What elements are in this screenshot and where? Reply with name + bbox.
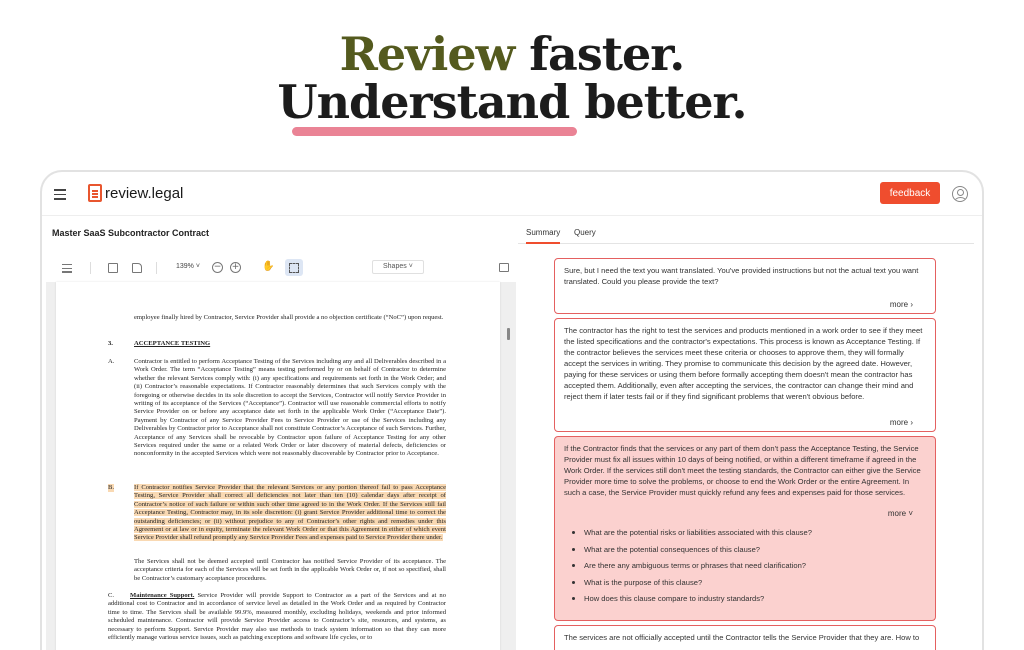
question-item[interactable]: What is the purpose of this clause? — [564, 577, 812, 588]
pdf-viewer[interactable]: employee finally hired by Contractor, Se… — [46, 282, 516, 650]
summary-card-text: Sure, but I need the text you want trans… — [564, 266, 919, 286]
logo[interactable]: review.legal — [88, 184, 183, 202]
clause-label: A. — [108, 358, 115, 365]
clause-b-text[interactable]: If Contractor notifies Service Provider … — [134, 484, 446, 543]
question-item[interactable]: How does this clause compare to industry… — [564, 593, 812, 604]
document-logo-icon — [88, 184, 102, 202]
summary-panel: Sure, but I need the text you want trans… — [554, 258, 936, 650]
question-item[interactable]: Are there any ambiguous terms or phrases… — [564, 560, 812, 571]
summary-card[interactable]: The services are not officially accepted… — [554, 625, 936, 650]
shapes-dropdown[interactable]: Shapes ˅ — [372, 260, 424, 274]
clause-label: B. — [108, 484, 115, 493]
logo-text: review.legal — [105, 184, 184, 202]
pdf-paragraph: The Services shall not be deemed accepte… — [134, 558, 446, 582]
more-link-expanded[interactable]: more ˅ — [888, 508, 913, 519]
zoom-out-icon[interactable]: − — [212, 262, 223, 273]
headline-line-1-rest: faster. — [529, 27, 685, 81]
more-link[interactable]: more › — [890, 417, 913, 428]
question-item[interactable]: What are the potential risks or liabilit… — [564, 527, 812, 538]
more-link[interactable]: more › — [890, 299, 913, 310]
summary-card[interactable]: Sure, but I need the text you want trans… — [554, 258, 936, 314]
comments-icon[interactable] — [499, 263, 509, 272]
toolbar-divider — [90, 262, 91, 274]
pan-hand-icon[interactable]: ✋ — [262, 261, 274, 272]
headline-line-2: Understand better. — [277, 75, 747, 129]
scrollbar[interactable] — [507, 328, 510, 340]
panel-tabs: Summary Query — [518, 224, 974, 244]
zoom-in-icon[interactable]: + — [230, 262, 241, 273]
app-window: review.legal feedback Master SaaS Subcon… — [40, 170, 984, 650]
feedback-button[interactable]: feedback — [880, 182, 940, 204]
user-account-icon[interactable] — [952, 186, 968, 202]
top-bar: review.legal feedback — [42, 172, 982, 216]
menu-icon[interactable] — [54, 189, 66, 200]
tab-query[interactable]: Query — [574, 228, 596, 242]
pdf-toolbar: 139% ˅ − + ✋ Shapes ˅ — [52, 257, 512, 279]
summary-card-active[interactable]: If the Contractor finds that the service… — [554, 436, 936, 621]
clause-c-text: Maintenance Support. Service Provider wi… — [108, 592, 447, 642]
summary-card-text: If the Contractor finds that the service… — [564, 444, 921, 497]
pdf-page: employee finally hired by Contractor, Se… — [56, 282, 500, 650]
question-item[interactable]: What are the potential consequences of t… — [564, 544, 812, 555]
selection-tool-icon[interactable] — [285, 259, 303, 276]
summary-card[interactable]: The contractor has the right to test the… — [554, 318, 936, 432]
summary-card-text: The services are not officially accepted… — [564, 633, 920, 642]
section-number: 3. — [108, 340, 113, 347]
sidebar-panel-icon[interactable] — [108, 263, 118, 273]
file-icon[interactable] — [132, 263, 142, 273]
section-heading: ACCEPTANCE TESTING — [134, 340, 211, 347]
pink-underline-stroke — [292, 127, 577, 136]
zoom-level-dropdown[interactable]: 139% ˅ — [176, 263, 200, 270]
document-title: Master SaaS Subcontractor Contract — [52, 228, 210, 238]
hero-banner: Review faster. Understand better. — [0, 0, 1024, 170]
toolbar-divider — [156, 262, 157, 274]
list-menu-icon[interactable] — [62, 264, 72, 273]
clause-a-text: Contractor is entitled to perform Accept… — [134, 358, 446, 458]
pdf-paragraph: employee finally hired by Contractor, Se… — [134, 314, 444, 321]
suggested-questions: What are the potential risks or liabilit… — [564, 527, 812, 610]
summary-card-text: The contractor has the right to test the… — [564, 326, 923, 401]
tab-summary[interactable]: Summary — [526, 228, 561, 244]
